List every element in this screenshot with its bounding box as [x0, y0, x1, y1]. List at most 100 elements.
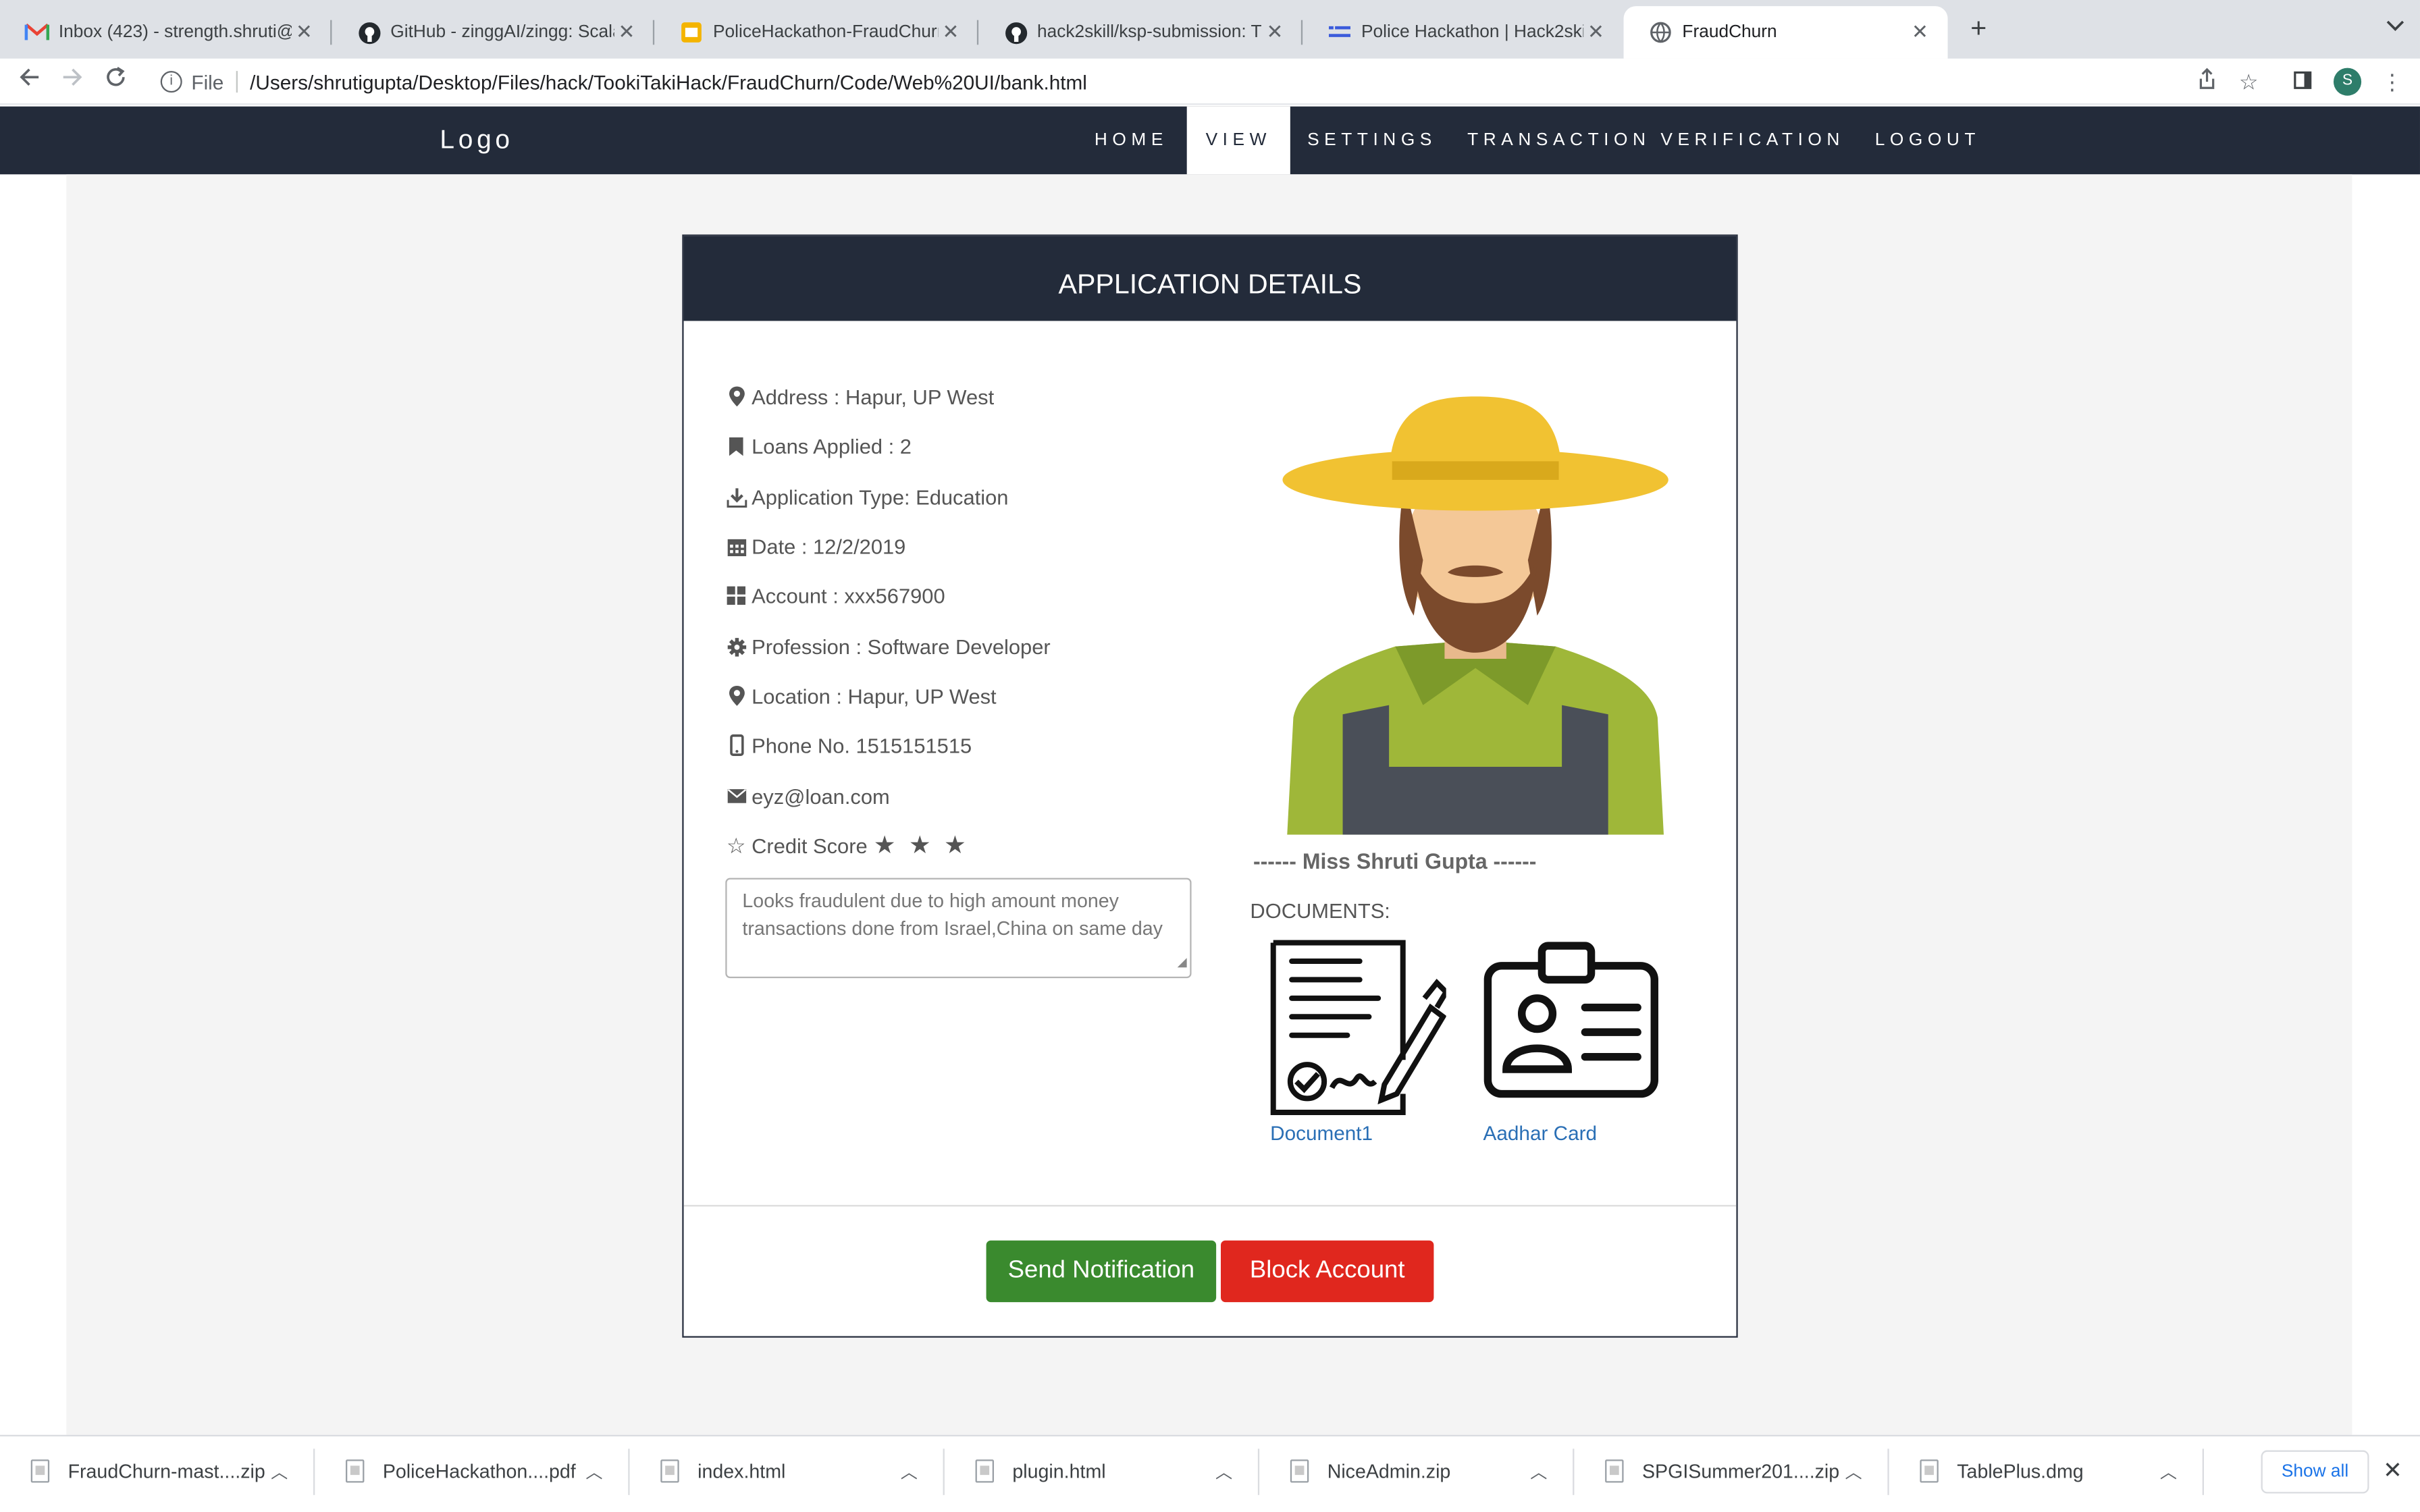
chevron-up-icon[interactable]: ︿ — [2155, 1459, 2182, 1484]
detail-address: Address : Hapur, UP West — [725, 381, 994, 412]
close-icon[interactable]: ✕ — [2383, 1457, 2402, 1484]
download-item[interactable]: FraudChurn-mast....zip ︿ — [0, 1436, 315, 1506]
document1-link[interactable]: Document1 — [1270, 1122, 1373, 1145]
profile-avatar[interactable]: S — [2333, 68, 2362, 96]
tab-title: Police Hackathon | Hack2skill | — [1361, 23, 1584, 42]
card-title: APPLICATION DETAILS — [683, 236, 1737, 321]
close-icon[interactable]: ✕ — [1263, 20, 1288, 45]
document-item[interactable]: Document1 — [1270, 940, 1455, 1148]
detail-profession: Profession : Software Developer — [725, 631, 1051, 662]
close-icon[interactable]: ✕ — [614, 20, 639, 45]
screen: Inbox (423) - strength.shruti@ ✕ GitHub … — [0, 0, 2420, 1505]
document-item[interactable]: Aadhar Card — [1483, 940, 1668, 1148]
envelope-icon — [725, 784, 747, 809]
map-pin-icon — [725, 684, 747, 709]
reload-icon[interactable] — [99, 65, 132, 99]
forward-arrow-icon[interactable] — [55, 65, 89, 99]
file-icon — [30, 1459, 50, 1483]
bookmark-star-icon[interactable]: ☆ — [2233, 65, 2264, 99]
id-card-icon[interactable] — [1483, 940, 1660, 1100]
file-icon — [1920, 1459, 1939, 1483]
url-scheme: File — [191, 70, 224, 94]
detail-account: Account : xxx567900 — [725, 580, 945, 611]
address-bar[interactable]: i File /Users/shrutigupta/Desktop/Files/… — [148, 63, 2278, 101]
tab-title: FraudChurn — [1682, 23, 1777, 42]
download-item[interactable]: TablePlus.dmg ︿ — [1889, 1436, 2204, 1506]
download-item[interactable]: plugin.html ︿ — [945, 1436, 1260, 1506]
tab-github[interactable]: GitHub - zinggAI/zingg: Scalab ✕ — [332, 6, 655, 59]
tab-title: Inbox (423) - strength.shruti@ — [58, 23, 292, 42]
tab-title: PoliceHackathon-FraudChurn - — [712, 23, 939, 42]
show-all-downloads-button[interactable]: Show all — [2261, 1450, 2369, 1494]
close-icon[interactable]: ✕ — [1908, 20, 1932, 45]
close-icon[interactable]: ✕ — [1583, 20, 1608, 45]
application-card: APPLICATION DETAILS Address : Hapur, UP … — [682, 234, 1738, 1338]
share-icon[interactable] — [2192, 65, 2223, 99]
browser-menu-icon[interactable]: ⋮ — [2377, 65, 2408, 99]
back-arrow-icon[interactable] — [12, 65, 46, 99]
download-item[interactable]: SPGISummer201....zip ︿ — [1574, 1436, 1889, 1506]
nav-transaction-verification[interactable]: TRANSACTION VERIFICATION — [1454, 107, 1858, 175]
close-icon[interactable]: ✕ — [939, 20, 964, 45]
detail-credit-score: ☆ Credit Score ★ ★ ★ — [725, 830, 969, 861]
download-shelf: FraudChurn-mast....zip ︿ PoliceHackathon… — [0, 1434, 2420, 1506]
browser-toolbar: i File /Users/shrutigupta/Desktop/Files/… — [0, 58, 2420, 105]
tab-search-icon[interactable] — [2386, 16, 2404, 37]
logo[interactable]: Logo — [440, 125, 513, 156]
phone-icon — [725, 733, 747, 758]
bookmark-icon — [725, 433, 747, 458]
chevron-up-icon[interactable]: ︿ — [1840, 1459, 1868, 1484]
side-panel-icon[interactable] — [2287, 65, 2318, 99]
chevron-up-icon[interactable]: ︿ — [1525, 1459, 1552, 1484]
nav-view[interactable]: VIEW — [1186, 106, 1290, 175]
gear-icon — [725, 634, 747, 659]
documents-heading: DOCUMENTS: — [1250, 899, 1390, 923]
tab-fraudchurn[interactable]: FraudChurn ✕ — [1623, 6, 1948, 59]
detail-email: eyz@loan.com — [725, 781, 890, 812]
tab-hack2skill[interactable]: Police Hackathon | Hack2skill | ✕ — [1303, 6, 1623, 59]
chevron-up-icon[interactable]: ︿ — [895, 1459, 923, 1484]
github-icon — [1003, 20, 1028, 45]
block-account-button[interactable]: Block Account — [1220, 1240, 1434, 1303]
new-tab-button[interactable]: + — [1963, 12, 1994, 49]
tab-ksp-submission[interactable]: hack2skill/ksp-submission: Thi ✕ — [978, 6, 1303, 59]
download-icon — [725, 485, 747, 510]
info-icon[interactable]: i — [160, 71, 182, 93]
resize-handle-icon[interactable]: ◢ — [1178, 948, 1187, 975]
send-notification-button[interactable]: Send Notification — [986, 1240, 1217, 1303]
detail-loans-applied: Loans Applied : 2 — [725, 431, 912, 462]
file-icon — [975, 1459, 994, 1483]
download-item[interactable]: NiceAdmin.zip ︿ — [1259, 1436, 1575, 1506]
hack2skill-icon — [1327, 20, 1352, 45]
applicant-avatar — [1282, 396, 1668, 835]
gmail-icon — [24, 20, 50, 45]
download-item[interactable]: PoliceHackathon....pdf ︿ — [315, 1436, 630, 1506]
notes-textarea[interactable]: Looks fraudulent due to high amount mone… — [725, 878, 1192, 979]
calendar-icon — [725, 534, 747, 559]
credit-score-stars: ★ ★ ★ — [873, 833, 970, 860]
grid-icon — [725, 583, 747, 608]
tab-title: hack2skill/ksp-submission: Thi — [1036, 23, 1263, 42]
chevron-up-icon[interactable]: ︿ — [1210, 1459, 1238, 1484]
github-icon — [357, 20, 382, 45]
url-text[interactable]: /Users/shrutigupta/Desktop/Files/hack/To… — [250, 70, 1087, 93]
app-navbar: Logo HOME VIEW SETTINGS TRANSACTION VERI… — [0, 106, 2420, 175]
star-outline-icon: ☆ — [726, 832, 746, 857]
file-icon — [1290, 1459, 1309, 1483]
nav-logout[interactable]: LOGOUT — [1858, 107, 1997, 175]
detail-date: Date : 12/2/2019 — [725, 531, 905, 562]
tab-slides[interactable]: PoliceHackathon-FraudChurn - ✕ — [654, 6, 979, 59]
tab-title: GitHub - zinggAI/zingg: Scalab — [390, 23, 614, 42]
file-icon — [660, 1459, 679, 1483]
chevron-up-icon[interactable]: ︿ — [265, 1459, 293, 1484]
signed-document-icon[interactable] — [1270, 940, 1446, 1116]
nav-home[interactable]: HOME — [1077, 107, 1185, 175]
tab-gmail[interactable]: Inbox (423) - strength.shruti@ ✕ — [0, 6, 332, 59]
chevron-up-icon[interactable]: ︿ — [580, 1459, 608, 1484]
aadhar-card-link[interactable]: Aadhar Card — [1483, 1122, 1597, 1145]
nav-settings[interactable]: SETTINGS — [1290, 107, 1454, 175]
tab-strip: Inbox (423) - strength.shruti@ ✕ GitHub … — [0, 0, 2420, 59]
applicant-name: ------ Miss Shruti Gupta ------ — [1253, 848, 1537, 873]
download-item[interactable]: index.html ︿ — [630, 1436, 945, 1506]
close-icon[interactable]: ✕ — [292, 20, 317, 45]
